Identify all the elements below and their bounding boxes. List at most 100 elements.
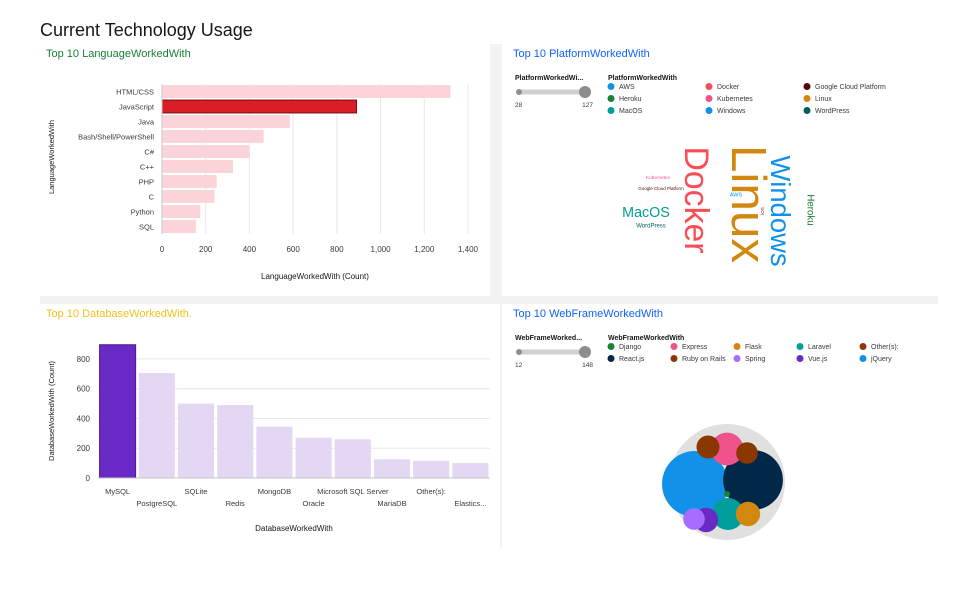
bar-mongodb: [256, 426, 293, 478]
bar-sql: [162, 220, 196, 233]
x-tick-label: 800: [330, 245, 344, 254]
legend-swatch-react-js: [607, 355, 615, 362]
bubble-flask: [735, 501, 761, 527]
word-wordpress: WordPress: [636, 224, 666, 230]
slider-label: PlatformWorkedWi...: [515, 75, 583, 82]
legend-swatch-express: [670, 343, 678, 350]
x-tick-label: SQLite: [185, 487, 208, 496]
word-aws: AWS: [730, 192, 743, 198]
slider-min-label: 12: [515, 362, 523, 369]
database-panel: Top 10 DatabaseWorkedWith. 0 200 400 600 800…: [40, 304, 500, 548]
slider-max-label: 148: [582, 362, 593, 369]
slider-label: WebFrameWorked...: [515, 335, 582, 342]
x-tick-label: MongoDB: [258, 487, 291, 496]
bar-c: [162, 160, 234, 173]
x-axis-title: DatabaseWorkedWith: [255, 524, 333, 533]
platform-panel-title: Top 10 PlatformWorkedWith: [513, 48, 650, 60]
y-tick-label: Java: [138, 118, 155, 127]
word-windows: Windows: [765, 155, 796, 266]
y-tick-label: 200: [77, 444, 91, 453]
y-tick-label: C: [149, 193, 155, 202]
legend-swatch-vue-js: [796, 355, 804, 362]
legend-swatch-wordpress: [803, 107, 811, 114]
y-tick-label: 400: [77, 414, 91, 423]
legend-label-heroku: Heroku: [619, 96, 642, 103]
slider-max-handle: [579, 86, 591, 98]
platform-word-cloud: PlatformWorkedWi... 28 127 PlatformWorkedWi…: [515, 75, 886, 267]
legend-swatch-ruby-on-rails: [670, 355, 678, 362]
legend-swatch-flask: [733, 343, 741, 350]
language-panel-title: Top 10 LanguageWorkedWith: [46, 48, 191, 60]
word-kubernetes: Kubernetes: [646, 175, 671, 180]
bar-php: [162, 175, 217, 188]
bar-oracle: [295, 437, 332, 478]
legend-label-linux: Linux: [815, 96, 832, 103]
legend-label-laravel: Laravel: [808, 344, 831, 351]
legend-title: PlatformWorkedWith: [608, 75, 677, 82]
bar-elastics: [452, 463, 489, 478]
panel-gutter-horizontal: [40, 296, 938, 304]
webframe-panel: Top 10 WebFrameWorkedWith WebFrameWorked…: [507, 304, 938, 548]
y-tick-label: JavaScript: [119, 103, 155, 112]
word-heroku: Heroku: [804, 194, 815, 225]
y-tick-label: 800: [77, 355, 91, 364]
y-tick-label: Bash/Shell/PowerShell: [78, 133, 154, 142]
x-tick-label: Microsoft SQL Server: [317, 487, 389, 496]
legend-label-windows: Windows: [717, 108, 746, 115]
legend-swatch-other-s: [859, 343, 867, 350]
webframe-bubble-chart: WebFrameWorked... 12 148 WebFrameWorkedWith…: [515, 335, 899, 540]
x-tick-label: 1,000: [371, 245, 392, 254]
legend-swatch-docker: [705, 83, 713, 90]
database-panel-title: Top 10 DatabaseWorkedWith.: [46, 308, 192, 320]
legend-swatch-spring: [733, 355, 741, 362]
bar-mariadb: [373, 459, 411, 478]
x-tick-label: 1,400: [458, 245, 479, 254]
x-axis-title: LanguageWorkedWith (Count): [261, 272, 369, 281]
legend-label-aws: AWS: [619, 84, 635, 91]
legend-swatch-aws: [607, 83, 615, 90]
legend-label-wordpress: WordPress: [815, 108, 850, 115]
platform-panel: Top 10 PlatformWorkedWith PlatformWorked…: [507, 44, 938, 296]
x-tick-label: Elastics...: [454, 499, 486, 508]
language-panel: Top 10 LanguageWorkedWith 0 200 400 600 800 1…: [40, 44, 490, 296]
x-tick-label: Other(s):: [416, 487, 446, 496]
legend-title: WebFrameWorkedWith: [608, 335, 684, 342]
word-google-cloud-platform: Google Cloud Platform: [638, 186, 684, 191]
y-tick-label: SQL: [139, 223, 154, 232]
language-bar-chart: 0 200 400 600 800 1,000 1,200 1,400 HTML/CSS Java…: [47, 84, 479, 281]
x-tick-label: PostgreSQL: [136, 499, 177, 508]
y-tick-label: C#: [144, 148, 154, 157]
legend-label-google-cloud-platform: Google Cloud Platform: [815, 84, 886, 91]
y-tick-label: Python: [131, 208, 154, 217]
y-axis-title: DatabaseWorkedWith (Count): [47, 361, 56, 461]
x-tick-label: MariaDB: [377, 499, 406, 508]
bar-redis: [217, 405, 254, 478]
x-tick-label: Oracle: [303, 499, 325, 508]
y-axis-title: LanguageWorkedWith: [47, 120, 56, 194]
legend-label-spring: Spring: [745, 356, 765, 363]
x-tick-label: 400: [243, 245, 257, 254]
bar-microsoft-sql-server: [334, 439, 371, 478]
legend-label-react-js: React.js: [619, 356, 645, 363]
legend-label-flask: Flask: [745, 344, 762, 351]
legend-swatch-laravel: [796, 343, 804, 350]
x-tick-label: 0: [160, 245, 165, 254]
legend-swatch-windows: [705, 107, 713, 114]
bar-other-s: [413, 460, 450, 478]
x-tick-label: 1,200: [414, 245, 435, 254]
bar-postgresql: [138, 373, 175, 478]
slider-max-label: 127: [582, 102, 593, 109]
slider-min-handle: [516, 89, 522, 95]
legend-swatch-kubernetes: [705, 95, 713, 102]
legend-label-vue-js: Vue.js: [808, 356, 828, 363]
legend-label-docker: Docker: [717, 84, 740, 91]
y-tick-label: PHP: [139, 178, 154, 187]
slider-min-handle: [516, 349, 522, 355]
x-tick-label: MySQL: [105, 487, 130, 496]
y-tick-label: C++: [140, 163, 155, 172]
legend-swatch-google-cloud-platform: [803, 83, 811, 90]
legend-label-macos: MacOS: [619, 108, 643, 115]
slider-max-handle: [579, 346, 591, 358]
bar-sqlite: [177, 403, 215, 478]
word-macos: MacOS: [622, 205, 670, 221]
